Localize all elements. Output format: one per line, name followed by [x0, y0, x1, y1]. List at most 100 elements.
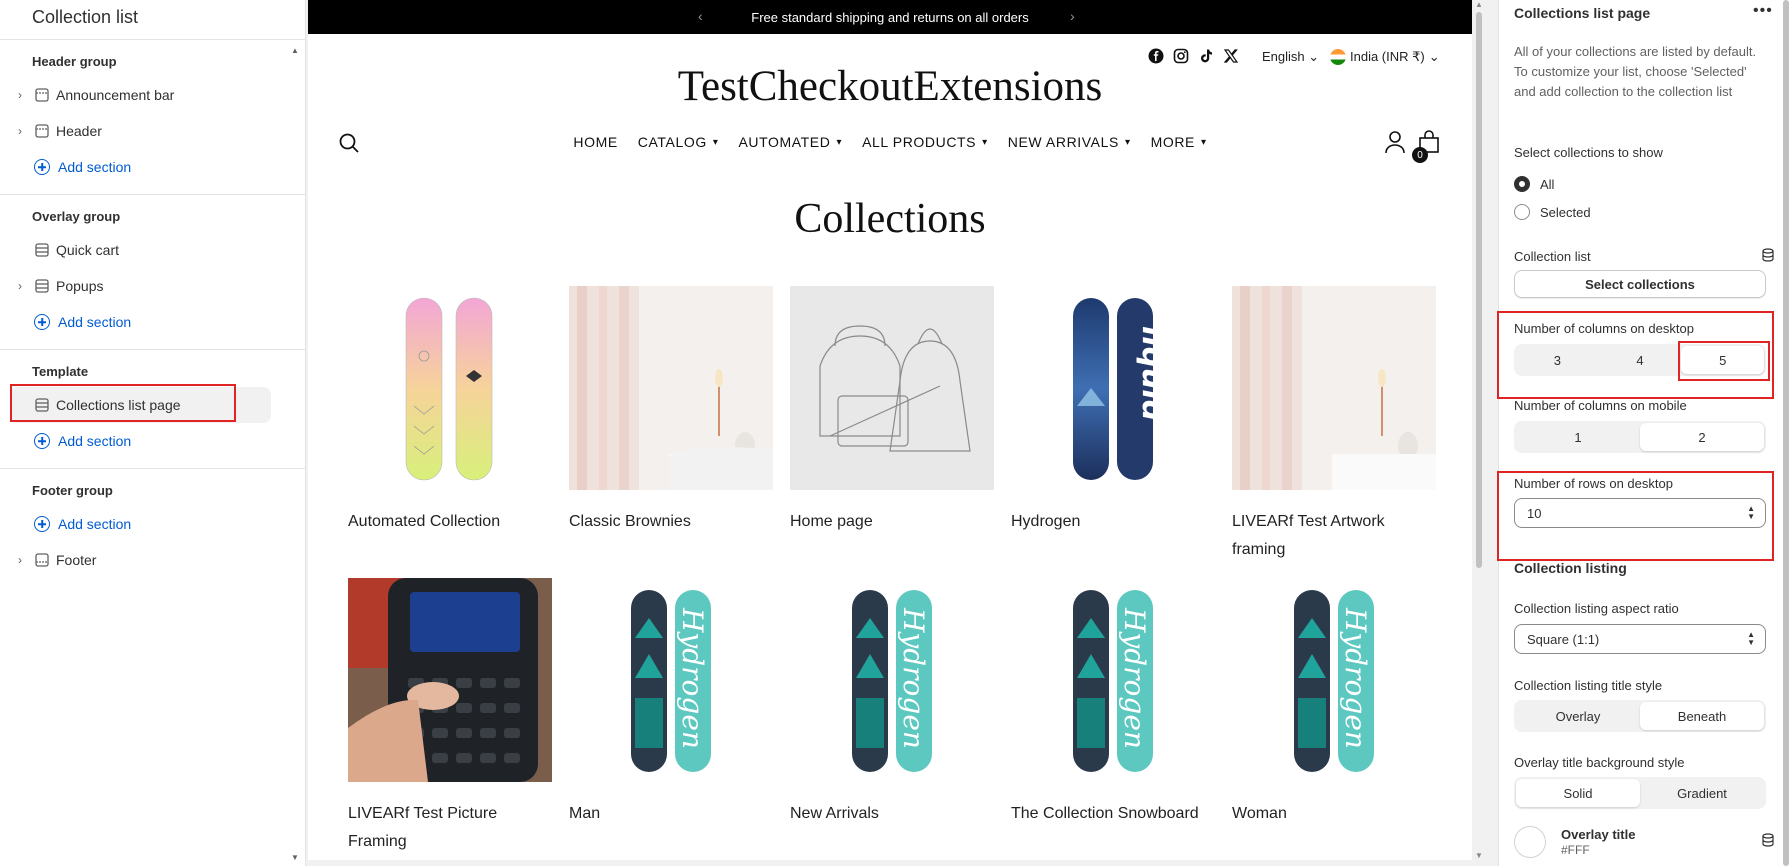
- scroll-up-icon[interactable]: ▲: [1475, 0, 1483, 9]
- collection-card[interactable]: liquid Hydrogen: [1011, 286, 1215, 578]
- stepper-icon[interactable]: ▲ ▼: [1747, 505, 1755, 521]
- scrollbar-thumb[interactable]: [1783, 0, 1789, 866]
- sidebar-item-collections-list-page[interactable]: Collections list page: [10, 387, 271, 423]
- collection-name[interactable]: Classic Brownies: [569, 508, 773, 536]
- collection-listing-heading: Collection listing: [1514, 560, 1627, 576]
- collection-card[interactable]: LIVEARf Test Picture Framing: [348, 578, 552, 860]
- template-group: Template Collections list page Add secti…: [0, 350, 305, 469]
- nav-new-arrivals[interactable]: NEW ARRIVALS ▾: [1008, 134, 1131, 150]
- bags-line-drawing-image[interactable]: [790, 286, 994, 490]
- overlay-title-color-value: #FFF: [1561, 843, 1590, 857]
- chevron-right-icon[interactable]: ›: [18, 280, 28, 292]
- mobile-columns-option-1[interactable]: 1: [1516, 423, 1640, 451]
- collection-card[interactable]: Hydrogen Man: [569, 578, 773, 860]
- hydrogen-teal-snowboard-image[interactable]: Hydrogen: [569, 578, 773, 782]
- chevron-right-icon[interactable]: ›: [1070, 8, 1075, 24]
- collection-name[interactable]: Woman: [1232, 800, 1436, 828]
- bedroom-lamp-photo-image[interactable]: [1232, 286, 1436, 490]
- title-style-overlay[interactable]: Overlay: [1516, 702, 1640, 730]
- chevron-right-icon[interactable]: ›: [18, 125, 28, 137]
- hydrogen-teal-snowboard-image[interactable]: Hydrogen: [1011, 578, 1215, 782]
- radio-selected-icon[interactable]: [1514, 176, 1530, 192]
- preview-scrollbar[interactable]: ▲ ▼: [1474, 0, 1484, 860]
- collection-name[interactable]: LIVEARf Test Artwork framing: [1232, 508, 1436, 564]
- sidebar-item-announcement-bar[interactable]: › Announcement bar: [0, 77, 305, 113]
- nav-label: HOME: [573, 134, 618, 150]
- chevron-right-icon[interactable]: ›: [18, 554, 28, 566]
- nav-catalog[interactable]: CATALOG ▾: [638, 134, 719, 150]
- collection-card[interactable]: Classic Brownies: [569, 286, 773, 578]
- store-logo[interactable]: TestCheckoutExtensions: [308, 62, 1472, 111]
- storefront-preview: ‹ Free standard shipping and returns on …: [308, 0, 1472, 860]
- scrollbar-thumb[interactable]: [1476, 12, 1482, 568]
- columns-option-4[interactable]: 4: [1599, 346, 1682, 374]
- collection-card[interactable]: Hydrogen New Arrivals: [790, 578, 994, 860]
- columns-option-5[interactable]: 5: [1681, 346, 1765, 374]
- sidebar-scrollbar[interactable]: ▲ ▼: [291, 46, 299, 862]
- collection-card[interactable]: LIVEARf Test Artwork framing: [1232, 286, 1436, 578]
- collection-card[interactable]: Hydrogen The Collection Snowboard: [1011, 578, 1215, 860]
- collection-name[interactable]: LIVEARf Test Picture Framing: [348, 800, 552, 856]
- radio-selected[interactable]: Selected: [1514, 204, 1591, 220]
- nav-automated[interactable]: AUTOMATED ▾: [738, 134, 842, 150]
- nav-more[interactable]: MORE ▾: [1151, 134, 1207, 150]
- nav-all-products[interactable]: ALL PRODUCTS ▾: [862, 134, 988, 150]
- overlay-bg-solid[interactable]: Solid: [1516, 779, 1640, 807]
- collection-card[interactable]: Home page: [790, 286, 994, 578]
- chevron-down-icon: ▾: [712, 136, 719, 148]
- more-options-icon[interactable]: •••: [1753, 2, 1773, 20]
- sidebar-item-footer[interactable]: › Footer: [0, 542, 305, 578]
- add-section-label: Add section: [58, 159, 132, 175]
- mobile-columns-option-2[interactable]: 2: [1640, 423, 1764, 451]
- rows-value: 10: [1527, 505, 1542, 521]
- radio-empty-icon[interactable]: [1514, 204, 1530, 220]
- dynamic-source-icon[interactable]: [1761, 248, 1775, 262]
- settings-panel: Collections list page ••• All of your co…: [1498, 0, 1792, 866]
- calculator-photo-image[interactable]: [348, 578, 552, 782]
- columns-desktop-label: Number of columns on desktop: [1514, 321, 1694, 336]
- chevron-left-icon[interactable]: ‹: [698, 8, 703, 24]
- select-collections-button[interactable]: Select collections: [1514, 270, 1766, 298]
- collection-name[interactable]: Man: [569, 800, 773, 828]
- select-collections-label: Select collections to show: [1514, 145, 1663, 160]
- hydrogen-teal-snowboard-image[interactable]: Hydrogen: [1232, 578, 1436, 782]
- sidebar-item-header[interactable]: › Header: [0, 113, 305, 149]
- chevron-right-icon[interactable]: ›: [18, 89, 28, 101]
- add-section-button[interactable]: Add section: [0, 149, 305, 185]
- liquid-blue-snowboard-image[interactable]: liquid: [1011, 286, 1215, 490]
- color-swatch[interactable]: [1514, 826, 1546, 858]
- collection-name[interactable]: Home page: [790, 508, 994, 536]
- aspect-ratio-value: Square (1:1): [1527, 631, 1600, 647]
- collection-name[interactable]: Hydrogen: [1011, 508, 1215, 536]
- collection-name[interactable]: Automated Collection: [348, 508, 552, 536]
- add-section-button[interactable]: Add section: [0, 423, 305, 459]
- collection-name[interactable]: New Arrivals: [790, 800, 994, 828]
- radio-all[interactable]: All: [1514, 176, 1554, 192]
- sidebar-item-quick-cart[interactable]: Quick cart: [0, 232, 305, 268]
- hydrogen-teal-snowboard-image[interactable]: Hydrogen: [790, 578, 994, 782]
- rows-desktop-input[interactable]: 10 ▲ ▼: [1514, 498, 1766, 528]
- overlay-bg-gradient[interactable]: Gradient: [1640, 779, 1764, 807]
- chevron-down-icon: ▾: [1200, 136, 1207, 148]
- columns-option-3[interactable]: 3: [1516, 346, 1599, 374]
- title-style-beneath[interactable]: Beneath: [1640, 702, 1764, 730]
- scroll-down-icon[interactable]: ▼: [1475, 851, 1483, 860]
- add-section-button[interactable]: Add section: [0, 304, 305, 340]
- settings-scrollbar[interactable]: [1780, 0, 1792, 866]
- nav-home[interactable]: HOME: [573, 134, 617, 150]
- settings-description: All of your collections are listed by de…: [1514, 44, 1757, 99]
- collection-name[interactable]: The Collection Snowboard: [1011, 800, 1215, 828]
- aspect-ratio-select[interactable]: Square (1:1) ▲ ▼: [1514, 624, 1766, 654]
- scroll-up-icon[interactable]: ▲: [291, 46, 299, 55]
- dynamic-source-icon[interactable]: [1761, 833, 1775, 847]
- add-section-button[interactable]: Add section: [0, 506, 305, 542]
- pink-yellow-snowboard-image[interactable]: [348, 286, 552, 490]
- add-circle-icon: [34, 314, 50, 330]
- collection-card[interactable]: Automated Collection: [348, 286, 552, 578]
- scroll-down-icon[interactable]: ▼: [291, 853, 299, 862]
- bedroom-lamp-photo-image[interactable]: [569, 286, 773, 490]
- account-icon[interactable]: [1384, 130, 1406, 159]
- title-style-label: Collection listing title style: [1514, 678, 1663, 693]
- collection-card[interactable]: Hydrogen Woman: [1232, 578, 1436, 860]
- sidebar-item-popups[interactable]: › Popups: [0, 268, 305, 304]
